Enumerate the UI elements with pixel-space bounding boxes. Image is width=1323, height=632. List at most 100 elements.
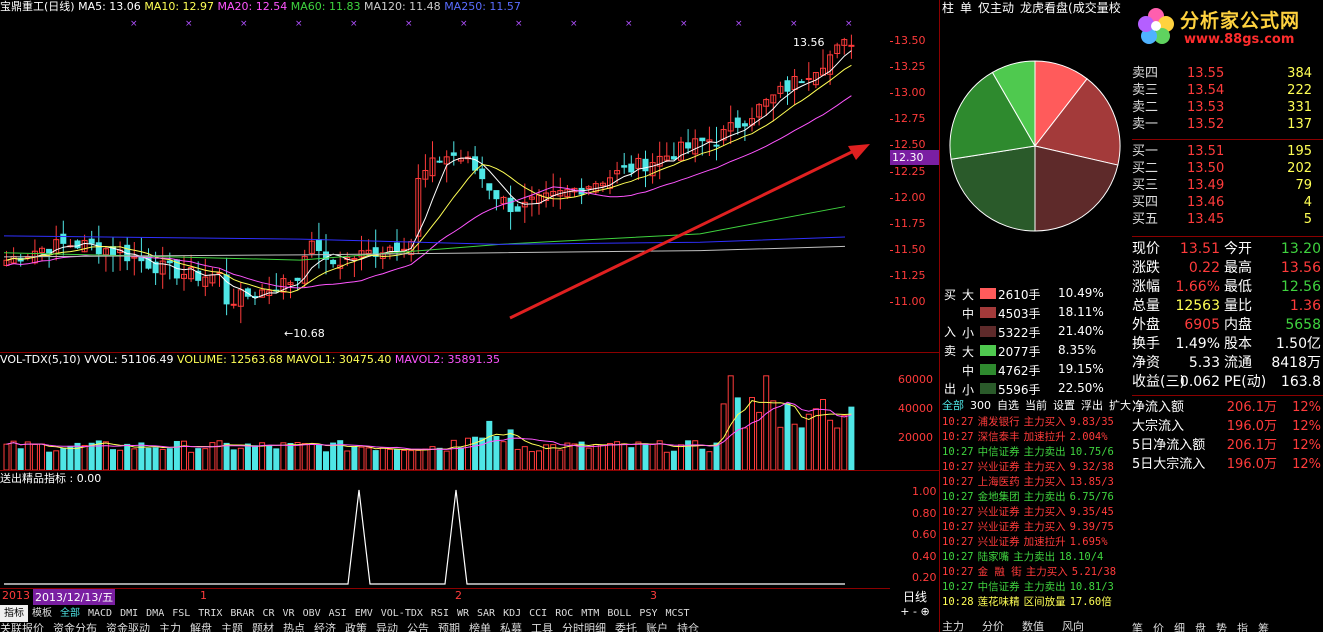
- indicator-tab-roc[interactable]: ROC: [551, 605, 577, 622]
- indicator-tab-emv[interactable]: EMV: [351, 605, 377, 622]
- right-tab[interactable]: 单: [960, 1, 972, 15]
- tick-bottom-tab[interactable]: 数值: [1022, 620, 1044, 632]
- tick-tab[interactable]: 浮出: [1081, 399, 1103, 412]
- bottom-menu-item[interactable]: 持仓: [677, 622, 699, 632]
- tick-tab[interactable]: 300: [970, 399, 991, 412]
- right-tab[interactable]: 龙虎看盘(成交量校: [1020, 1, 1121, 15]
- indicator-tab-vol-tdx[interactable]: VOL-TDX: [377, 605, 427, 622]
- tick-row[interactable]: 10:27 深信泰丰 加速拉升 2.004%: [942, 430, 1131, 445]
- bottom-menu-item[interactable]: 工具: [531, 622, 553, 632]
- bottom-menu-item[interactable]: 关联报价: [0, 622, 44, 632]
- sell-row[interactable]: 卖一 13.52 137: [1132, 116, 1323, 133]
- indicator-tab-vr[interactable]: VR: [279, 605, 299, 622]
- bottom-menu-item[interactable]: 主力: [159, 622, 181, 632]
- bottom-menu-item[interactable]: 预期: [438, 622, 460, 632]
- indicator-tab-fsl[interactable]: FSL: [168, 605, 194, 622]
- indicator-tab-psy[interactable]: PSY: [635, 605, 661, 622]
- tick-bottom-tab[interactable]: 主力: [942, 620, 964, 632]
- bottom-menu-item[interactable]: 委托: [615, 622, 637, 632]
- bottom-menu-item[interactable]: 异动: [376, 622, 398, 632]
- indicator-chart[interactable]: [0, 486, 890, 586]
- tick-tab[interactable]: 全部: [942, 399, 964, 412]
- indicator-tab-cci[interactable]: CCI: [525, 605, 551, 622]
- right-tab[interactable]: 仅主动: [978, 1, 1014, 15]
- buy-row[interactable]: 买五 13.45 5: [1132, 211, 1323, 228]
- tick-row[interactable]: 10:27 中信证券 主力卖出 10.75/6: [942, 445, 1131, 460]
- volume-bar: [777, 426, 784, 470]
- tick-tab[interactable]: 扩大: [1109, 399, 1131, 412]
- bottom-menu-item[interactable]: 私募: [500, 622, 522, 632]
- kline-chart[interactable]: × × × × × × × × × × × × × × 13.56 ←10.68: [0, 14, 890, 354]
- bottom-menu-item[interactable]: 公告: [407, 622, 429, 632]
- far-right-tabs: 笔价细盘势指筹: [1132, 622, 1323, 632]
- bottom-menu-item[interactable]: 账户: [646, 622, 668, 632]
- indicator-tab-boll[interactable]: BOLL: [603, 605, 635, 622]
- tick-row[interactable]: 10:27 兴业证券 主力买入 9.35/45: [942, 505, 1131, 520]
- buy-row[interactable]: 买三 13.49 79: [1132, 177, 1323, 194]
- far-right-tab[interactable]: 笔: [1132, 622, 1143, 632]
- tick-row[interactable]: 10:27 上海医药 主力买入 13.85/3: [942, 475, 1131, 490]
- buy-row[interactable]: 买一 13.51 195+80: [1132, 143, 1323, 160]
- candle: [820, 49, 826, 76]
- tick-row[interactable]: 10:28 莲花味精 区间放量 17.60倍: [942, 595, 1131, 610]
- indicator-tab-brar[interactable]: BRAR: [226, 605, 258, 622]
- bottom-menu-item[interactable]: 政策: [345, 622, 367, 632]
- far-right-tab[interactable]: 势: [1216, 622, 1227, 632]
- zoom-controls[interactable]: + - ⊕: [890, 605, 940, 619]
- buy-row[interactable]: 买二 13.50 202+10: [1132, 160, 1323, 177]
- tick-bottom-tab[interactable]: 分价: [982, 620, 1004, 632]
- sell-row[interactable]: 卖三 13.54 222: [1132, 82, 1323, 99]
- indicator-tab-cr[interactable]: CR: [258, 605, 278, 622]
- indicator-tab-模板[interactable]: 模板: [28, 605, 56, 622]
- buy-row[interactable]: 买四 13.46 4: [1132, 194, 1323, 211]
- tick-tab[interactable]: 当前: [1025, 399, 1047, 412]
- indicator-tab-kdj[interactable]: KDJ: [499, 605, 525, 622]
- tick-bottom-tab[interactable]: 风向: [1062, 620, 1084, 632]
- indicator-tab-rsi[interactable]: RSI: [427, 605, 453, 622]
- tick-row[interactable]: 10:27 金地集团 主力卖出 6.75/76: [942, 490, 1131, 505]
- bottom-menu-item[interactable]: 热点: [283, 622, 305, 632]
- tick-row[interactable]: 10:27 金 融 街主力买入 5.21/38: [942, 565, 1131, 580]
- far-right-tab[interactable]: 筹: [1258, 622, 1269, 632]
- indicator-tab-全部[interactable]: 全部: [56, 605, 84, 622]
- indicator-tab-指标[interactable]: 指标: [0, 605, 28, 622]
- bottom-menu-item[interactable]: 题材: [252, 622, 274, 632]
- indicator-tab-dma[interactable]: DMA: [142, 605, 168, 622]
- bottom-menu-item[interactable]: 资金驱动: [106, 622, 150, 632]
- quote-label: 流通: [1224, 355, 1252, 371]
- tick-row[interactable]: 10:27 陆家嘴 主力卖出 18.10/4: [942, 550, 1131, 565]
- bottom-menu-item[interactable]: 主题: [221, 622, 243, 632]
- bottom-menu-item[interactable]: 榜单: [469, 622, 491, 632]
- indicator-tab-trix[interactable]: TRIX: [194, 605, 226, 622]
- far-right-tab[interactable]: 价: [1153, 622, 1164, 632]
- volume-chart[interactable]: [0, 367, 890, 470]
- sell-row[interactable]: 卖四 13.55 384: [1132, 65, 1323, 82]
- tick-row[interactable]: 10:27 兴业证券 加速拉升 1.695%: [942, 535, 1131, 550]
- far-right-tab[interactable]: 指: [1237, 622, 1248, 632]
- indicator-tab-asi[interactable]: ASI: [325, 605, 351, 622]
- indicator-tab-macd[interactable]: MACD: [84, 605, 116, 622]
- bottom-menu-item[interactable]: 分时明细: [562, 622, 606, 632]
- far-right-tab[interactable]: 细: [1174, 622, 1185, 632]
- period-label[interactable]: 日线: [890, 588, 940, 604]
- tick-row[interactable]: 10:27 兴业证券 主力买入 9.39/75: [942, 520, 1131, 535]
- bottom-menu-item[interactable]: 经济: [314, 622, 336, 632]
- tick-row[interactable]: 10:27 兴业证券 主力买入 9.32/38: [942, 460, 1131, 475]
- bottom-menu-item[interactable]: 资金分布: [53, 622, 97, 632]
- far-right-tab[interactable]: 盘: [1195, 622, 1206, 632]
- tick-row[interactable]: 10:27 浦发银行 主力买入 9.83/35: [942, 415, 1131, 430]
- indicator-tab-obv[interactable]: OBV: [299, 605, 325, 622]
- tick-action: 主力买入: [1023, 416, 1066, 428]
- sell-row[interactable]: 卖二 13.53 331: [1132, 99, 1323, 116]
- indicator-tab-wr[interactable]: WR: [453, 605, 473, 622]
- right-tab[interactable]: 柱: [942, 1, 954, 15]
- volume-tick-1: 40000: [898, 402, 933, 415]
- tick-tab[interactable]: 设置: [1053, 399, 1075, 412]
- indicator-tab-mtm[interactable]: MTM: [577, 605, 603, 622]
- indicator-tab-mcst[interactable]: MCST: [661, 605, 693, 622]
- tick-tab[interactable]: 自选: [997, 399, 1019, 412]
- indicator-tab-dmi[interactable]: DMI: [116, 605, 142, 622]
- bottom-menu-item[interactable]: 解盘: [190, 622, 212, 632]
- tick-row[interactable]: 10:27 中信证券 主力卖出 10.81/3: [942, 580, 1131, 595]
- indicator-tab-sar[interactable]: SAR: [473, 605, 499, 622]
